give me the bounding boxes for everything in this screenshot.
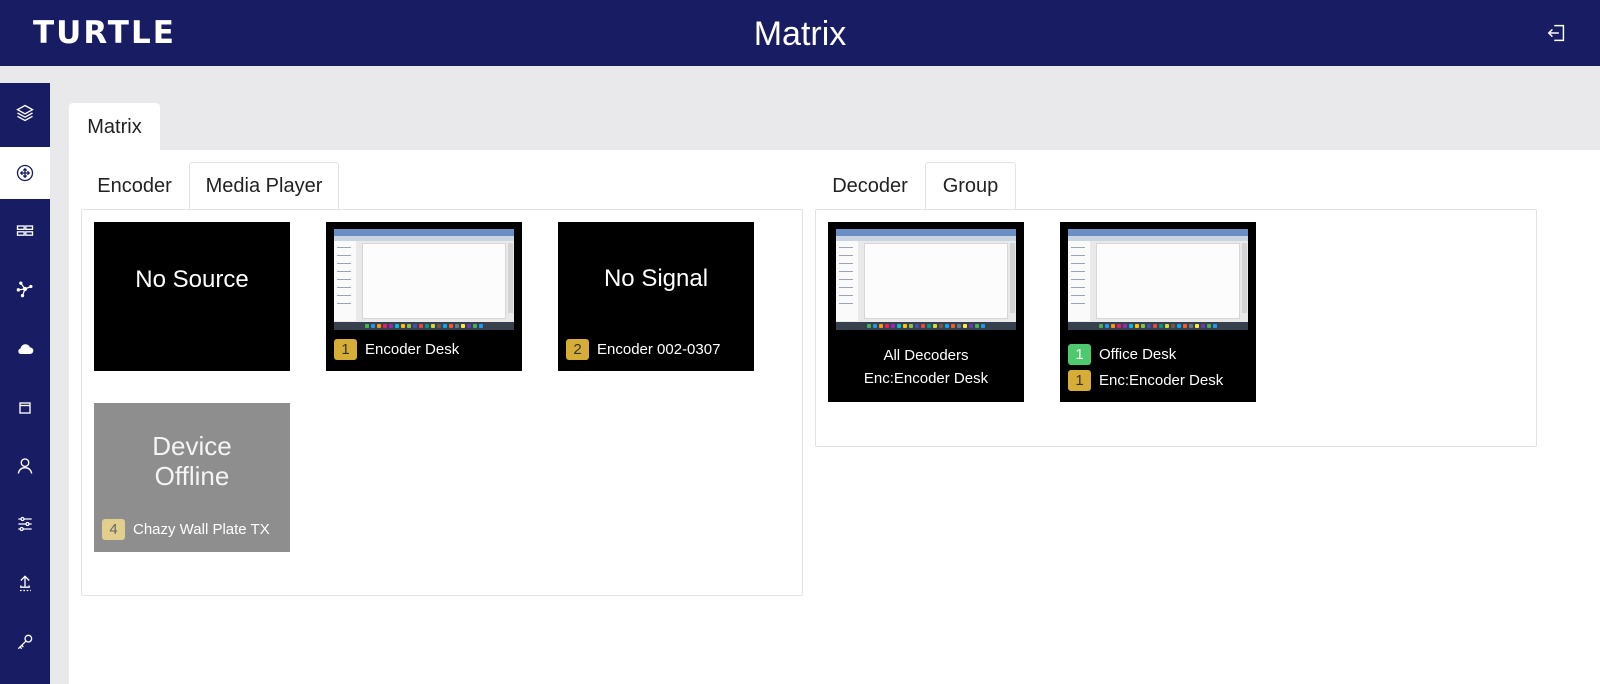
sidebar-item-settings[interactable] bbox=[0, 498, 50, 550]
cloud-icon bbox=[18, 344, 34, 354]
matrix-panel: Encoder Media Player No Source 1 Encoder… bbox=[69, 150, 1600, 684]
calendar-icon bbox=[19, 402, 31, 414]
encoder-label: 4 Chazy Wall Plate TX bbox=[102, 519, 270, 540]
sidebar-item-calendar[interactable] bbox=[0, 382, 50, 434]
sliders-icon bbox=[18, 516, 32, 532]
move-icon bbox=[16, 164, 34, 182]
user-icon bbox=[17, 458, 33, 474]
layers-icon bbox=[16, 104, 34, 122]
video-preview bbox=[836, 229, 1016, 330]
encoder-number-badge: 1 bbox=[334, 339, 357, 360]
encoder-name: Encoder 002-0307 bbox=[597, 341, 721, 358]
encoder-label: 1 Encoder Desk bbox=[334, 339, 459, 360]
decoder-pane: All Decoders Enc:Encoder Desk 1 Office D… bbox=[815, 209, 1537, 447]
encoder-tile-no-source[interactable]: No Source bbox=[94, 222, 290, 371]
decoder-name: All Decoders bbox=[883, 347, 969, 364]
sidebar-item-users[interactable] bbox=[0, 440, 50, 492]
encoder-number-badge: 4 bbox=[102, 519, 125, 540]
tile-status-text: No Signal bbox=[603, 265, 709, 292]
encoder-pane: No Source 1 Encoder Desk No Signal 2 Enc… bbox=[81, 209, 803, 596]
tab-group[interactable]: Group bbox=[925, 162, 1016, 210]
sidebar-item-layers[interactable] bbox=[0, 87, 50, 139]
encoder-label: 2 Encoder 002-0307 bbox=[566, 339, 720, 360]
grid-icon bbox=[16, 225, 34, 236]
upload-icon bbox=[20, 575, 31, 592]
tab-media-player[interactable]: Media Player bbox=[189, 162, 339, 210]
sidebar bbox=[0, 83, 50, 684]
sidebar-item-cloud[interactable] bbox=[0, 323, 50, 375]
tile-status-line2: Offline bbox=[154, 461, 230, 491]
encoder-tile-desk[interactable]: 1 Encoder Desk bbox=[326, 222, 522, 371]
decoder-source: Enc:Encoder Desk bbox=[1099, 372, 1224, 389]
decoder-tile-office[interactable]: 1 Office Desk 1 Enc:Encoder Desk bbox=[1060, 222, 1256, 402]
tab-matrix[interactable]: Matrix bbox=[69, 103, 160, 151]
encoder-name: Encoder Desk bbox=[365, 341, 460, 358]
video-preview bbox=[334, 229, 514, 330]
decoder-source-label: 1 Enc:Encoder Desk bbox=[1068, 370, 1223, 391]
main-area: Matrix Encoder Media Player No Source 1 … bbox=[50, 66, 1600, 684]
tile-status-line1: Device bbox=[152, 431, 232, 461]
decoder-name: Office Desk bbox=[1099, 346, 1177, 363]
top-bar: TURTLE Matrix bbox=[0, 0, 1600, 66]
encoder-tile-offline[interactable]: Device Offline 4 Chazy Wall Plate TX bbox=[94, 403, 290, 552]
encoder-number-badge: 1 bbox=[1068, 370, 1091, 391]
encoder-name: Chazy Wall Plate TX bbox=[133, 521, 270, 538]
sidebar-item-network[interactable] bbox=[0, 263, 50, 315]
decoder-number-badge: 1 bbox=[1068, 344, 1091, 365]
sidebar-item-grid[interactable] bbox=[0, 205, 50, 257]
decoder-source: Enc:Encoder Desk bbox=[863, 370, 989, 387]
sidebar-item-key[interactable] bbox=[0, 616, 50, 668]
decoder-tile-all[interactable]: All Decoders Enc:Encoder Desk bbox=[828, 222, 1024, 402]
tile-status-text: No Source bbox=[135, 266, 249, 293]
network-icon bbox=[16, 281, 33, 298]
key-icon bbox=[17, 634, 33, 650]
encoder-tile-002[interactable]: No Signal 2 Encoder 002-0307 bbox=[558, 222, 754, 371]
page-title: Matrix bbox=[753, 15, 847, 53]
logout-icon[interactable] bbox=[1546, 22, 1568, 44]
decoder-label: 1 Office Desk bbox=[1068, 344, 1176, 365]
tab-encoder[interactable]: Encoder bbox=[81, 163, 188, 210]
encoder-number-badge: 2 bbox=[566, 339, 589, 360]
sidebar-item-upgrade[interactable] bbox=[0, 557, 50, 609]
sidebar-item-matrix[interactable] bbox=[0, 147, 50, 199]
tab-decoder[interactable]: Decoder bbox=[816, 163, 924, 210]
video-preview bbox=[1068, 229, 1248, 330]
